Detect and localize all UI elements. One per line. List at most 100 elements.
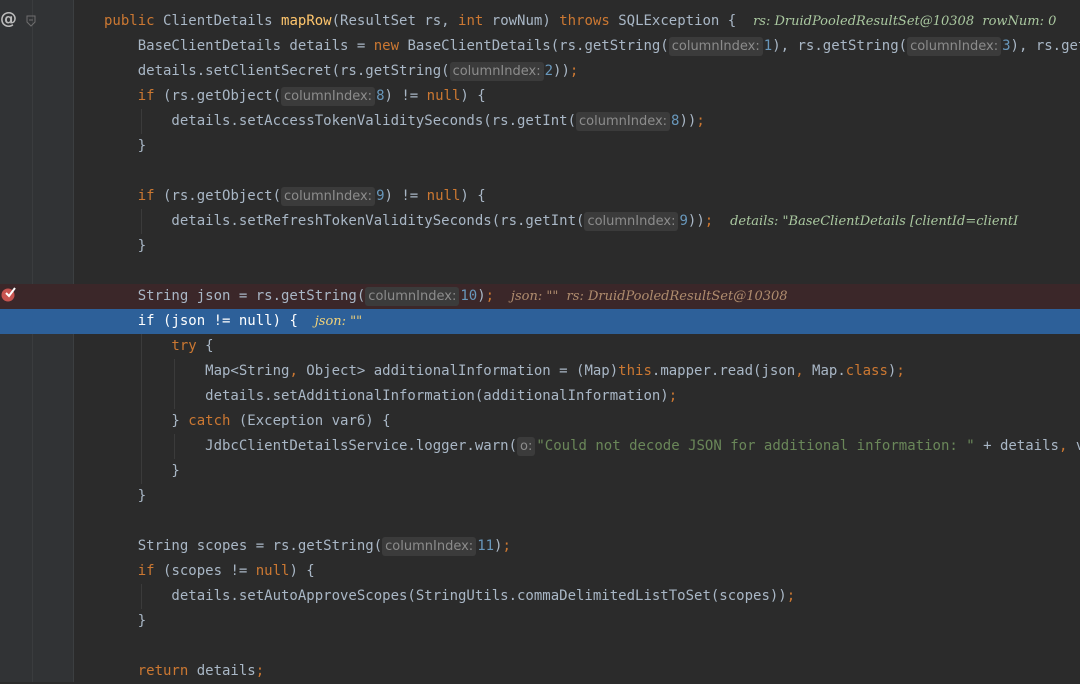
code-token: ; — [485, 288, 495, 304]
code-line[interactable]: details.setAdditionalInformation(additio… — [0, 384, 1080, 409]
code-token: null — [255, 563, 290, 579]
breakpoint-line[interactable]: String json = rs.getString(columnIndex: 1… — [0, 284, 1080, 309]
code-line[interactable]: details.setClientSecret(rs.getString(col… — [0, 59, 1080, 84]
code-token: JdbcClientDetailsService.logger.warn( — [104, 438, 518, 454]
code-token: details — [196, 663, 256, 679]
code-line[interactable]: try { — [0, 334, 1080, 359]
code-line[interactable]: } — [0, 234, 1080, 259]
code-token: 11 — [477, 538, 495, 554]
code-token: } — [104, 463, 180, 479]
code-token: "Could not decode JSON for additional in… — [536, 438, 975, 454]
code-token: class — [845, 363, 888, 379]
code-token: )) — [687, 213, 705, 229]
code-token: Object> additionalInformation = (Map) — [306, 363, 619, 379]
code-token: null — [238, 313, 273, 329]
code-line[interactable]: details.setAccessTokenValiditySeconds(rs… — [0, 109, 1080, 134]
code-line[interactable]: return details; — [0, 659, 1080, 684]
code-text: details.setAccessTokenValiditySeconds(rs… — [104, 109, 705, 134]
code-line[interactable] — [0, 509, 1080, 534]
code-line[interactable] — [0, 259, 1080, 284]
code-token: return — [104, 663, 197, 679]
code-token: ; — [704, 213, 714, 229]
code-text: details.setRefreshTokenValiditySeconds(r… — [104, 209, 1018, 234]
code-token: ; — [896, 363, 905, 379]
code-line[interactable] — [0, 159, 1080, 184]
parameter-hint: columnIndex: — [584, 212, 679, 231]
code-line[interactable]: details.setAutoApproveScopes(StringUtils… — [0, 584, 1080, 609]
code-line[interactable]: } — [0, 484, 1080, 509]
code-text: Map<String, Object> additionalInformatio… — [104, 359, 905, 384]
code-line[interactable]: } — [0, 459, 1080, 484]
code-token: if — [104, 88, 164, 104]
code-token: (json != — [163, 313, 239, 329]
code-token: , — [1058, 438, 1076, 454]
code-line[interactable]: if (rs.getObject(columnIndex: 8) != null)… — [0, 84, 1080, 109]
inline-debug-value: rs: DruidPooledResultSet@10308 — [753, 14, 983, 29]
code-token: if — [104, 188, 164, 204]
code-token: 1 — [763, 38, 773, 54]
code-text: if (json != null) { json: "" — [104, 309, 362, 334]
code-text: } — [104, 134, 146, 159]
code-token: 10 — [460, 288, 478, 304]
code-text: details.setAdditionalInformation(additio… — [104, 384, 677, 409]
fold-icon[interactable] — [26, 15, 36, 27]
parameter-hint: columnIndex: — [382, 537, 477, 556]
code-token: mapRow — [281, 13, 332, 29]
code-token: 3 — [1002, 38, 1011, 54]
code-line[interactable]: String scopes = rs.getString(columnIndex… — [0, 534, 1080, 559]
override-icon[interactable]: @ — [0, 9, 17, 29]
code-token: , — [289, 363, 307, 379]
code-line[interactable] — [0, 634, 1080, 659]
code-token: )) — [553, 63, 570, 79]
parameter-hint: columnIndex: — [365, 287, 460, 306]
code-token: 2 — [544, 63, 554, 79]
code-token: ) != — [384, 188, 427, 204]
code-token: ; — [786, 588, 796, 604]
code-token: 9 — [679, 213, 688, 229]
code-line[interactable]: } — [0, 609, 1080, 634]
code-token: 9 — [376, 188, 385, 204]
code-line[interactable]: Map<String, Object> additionalInformatio… — [0, 359, 1080, 384]
code-token: BaseClientDetails details = — [104, 38, 374, 54]
code-text: if (scopes != null) { — [104, 559, 315, 584]
code-token: ClientDetails — [163, 13, 282, 29]
code-token: details.setClientSecret(rs.getString( — [104, 63, 450, 79]
code-text: } — [104, 459, 180, 484]
code-token: } — [104, 413, 189, 429]
code-token: + details — [974, 438, 1059, 454]
code-token: ), rs.get — [1010, 38, 1080, 54]
code-line[interactable]: if (scopes != null) { — [0, 559, 1080, 584]
parameter-hint: columnIndex: — [281, 87, 376, 106]
code-token: ), rs.getString( — [772, 38, 908, 54]
code-line[interactable]: BaseClientDetails details = new BaseClie… — [0, 34, 1080, 59]
code-line[interactable]: } — [0, 134, 1080, 159]
code-token: )) — [679, 113, 697, 129]
code-line[interactable]: JdbcClientDetailsService.logger.warn(o: "… — [0, 434, 1080, 459]
code-token: .mapper.read(json — [651, 363, 796, 379]
code-token: throws — [559, 13, 619, 29]
code-token: (rs.getObject( — [163, 88, 282, 104]
code-line[interactable]: if (rs.getObject(columnIndex: 9) != null)… — [0, 184, 1080, 209]
breakpoint-icon[interactable] — [0, 286, 16, 302]
code-token: (scopes != — [163, 563, 256, 579]
code-token: if — [104, 313, 164, 329]
execution-line[interactable]: if (json != null) { json: "" — [0, 309, 1080, 334]
code-line[interactable]: } catch (Exception var6) { — [0, 409, 1080, 434]
code-token: ) { — [460, 88, 486, 104]
code-line[interactable]: public ClientDetails mapRow(ResultSet rs… — [0, 9, 1080, 34]
code-text: JdbcClientDetailsService.logger.warn(o: "… — [104, 434, 1080, 459]
code-text: String json = rs.getString(columnIndex: 1… — [104, 284, 788, 309]
code-token: SQLException { — [618, 13, 754, 29]
code-token: } — [104, 238, 147, 254]
code-token: BaseClientDetails(rs.getString( — [407, 38, 669, 54]
code-token: ) { — [460, 188, 486, 204]
code-token: details.setAdditionalInformation(additio… — [104, 388, 669, 404]
inline-debug-value: json: "" rs: DruidPooledResultSet@10308 — [510, 289, 788, 304]
code-token: ; — [255, 663, 265, 679]
code-text: } — [104, 234, 146, 259]
code-line[interactable]: details.setRefreshTokenValiditySeconds(r… — [0, 209, 1080, 234]
code-token: var6) — [1076, 438, 1080, 454]
code-text: BaseClientDetails details = new BaseClie… — [104, 34, 1080, 59]
code-token: null — [426, 188, 461, 204]
